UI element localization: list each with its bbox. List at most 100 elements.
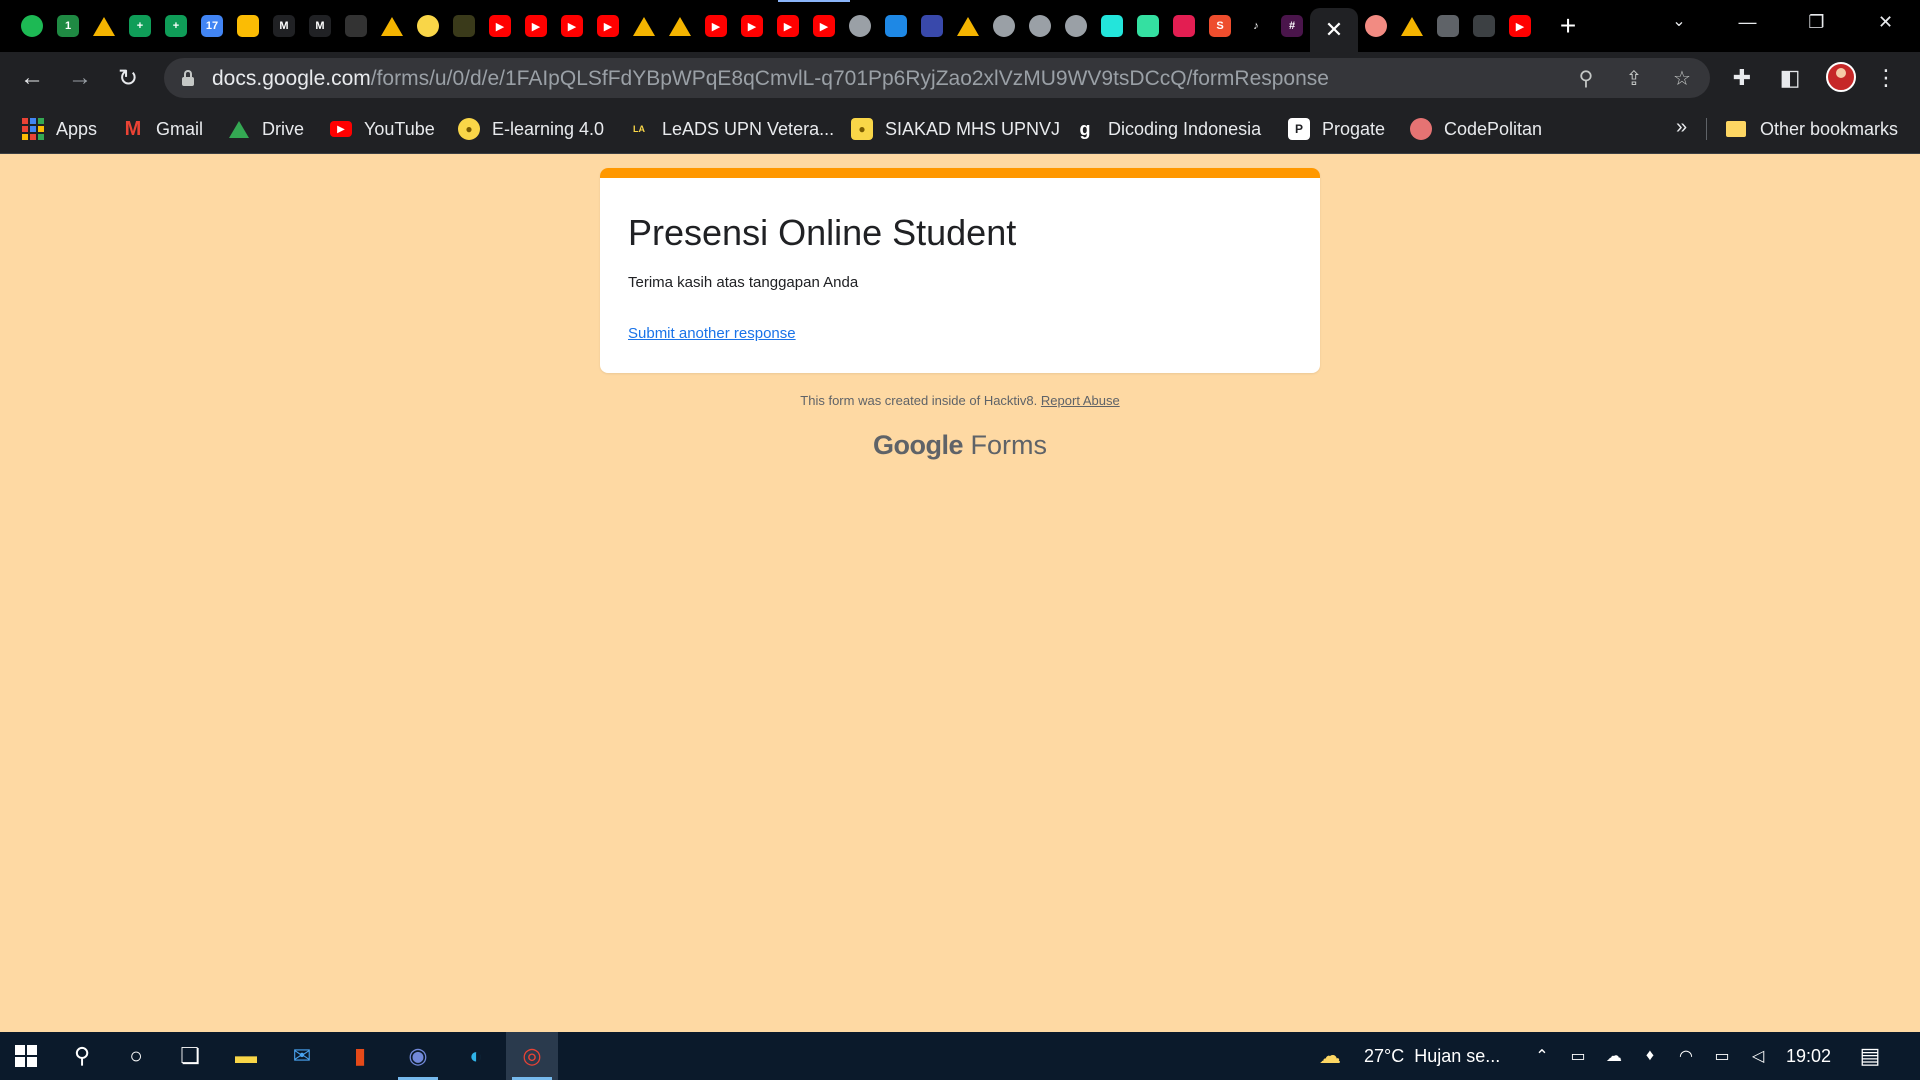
bookmark-siakad[interactable]: ● SIAKAD MHS UPNVJ — [851, 116, 1060, 142]
browser-tab[interactable] — [1022, 8, 1058, 44]
bookmark-elearning[interactable]: ● E-learning 4.0 — [458, 116, 604, 142]
extensions-puzzle-icon[interactable]: ✚ — [1728, 64, 1756, 92]
lock-icon[interactable] — [182, 70, 194, 86]
close-window-icon[interactable]: ✕ — [1851, 0, 1920, 44]
bookmarks-overflow-icon[interactable]: » — [1676, 116, 1687, 139]
reload-icon[interactable]: ↻ — [108, 58, 148, 98]
submit-another-response-link[interactable]: Submit another response — [628, 325, 796, 342]
forward-arrow-icon[interactable]: → — [60, 58, 100, 98]
minimize-icon[interactable]: — — [1713, 0, 1782, 44]
browser-tab[interactable] — [842, 8, 878, 44]
browser-tab[interactable] — [86, 8, 122, 44]
browser-tab[interactable] — [1130, 8, 1166, 44]
edge-icon[interactable]: ◐ — [450, 1032, 502, 1080]
browser-tab[interactable] — [950, 8, 986, 44]
browser-tab[interactable] — [410, 8, 446, 44]
new-tab-icon[interactable]: + — [1550, 8, 1586, 44]
kebab-menu-icon[interactable]: ⋮ — [1872, 64, 1900, 92]
bookmark-gmail[interactable]: M Gmail — [122, 116, 203, 142]
browser-tab[interactable]: # — [1274, 8, 1310, 44]
tab-search-icon[interactable]: ⌄ — [1664, 6, 1694, 36]
profile-avatar[interactable] — [1826, 62, 1856, 92]
browser-tab[interactable] — [1358, 8, 1394, 44]
address-bar[interactable]: docs.google.com/forms/u/0/d/e/1FAIpQLSfF… — [164, 58, 1710, 98]
chevron-up-icon[interactable]: ⌃ — [1530, 1044, 1554, 1068]
report-abuse-link[interactable]: Report Abuse — [1041, 393, 1120, 408]
browser-tab[interactable]: ♪ — [1238, 8, 1274, 44]
browser-tab[interactable]: + — [158, 8, 194, 44]
browser-tab[interactable]: 1 — [50, 8, 86, 44]
weather-widget[interactable]: 27°C Hujan se... — [1364, 1032, 1500, 1080]
browser-tab[interactable] — [878, 8, 914, 44]
bookmark-dicoding[interactable]: g Dicoding Indonesia — [1074, 116, 1262, 142]
battery-icon[interactable]: ▭ — [1710, 1044, 1734, 1068]
browser-tab[interactable] — [1166, 8, 1202, 44]
browser-tab[interactable] — [1094, 8, 1130, 44]
google-forms-logo[interactable]: Google Forms — [600, 430, 1320, 461]
browser-tab[interactable] — [914, 8, 950, 44]
browser-tab[interactable]: ▶ — [482, 8, 518, 44]
tab-loading-indicator — [778, 0, 850, 2]
restore-icon[interactable]: ❐ — [1782, 0, 1851, 44]
browser-tab[interactable] — [374, 8, 410, 44]
discord-icon[interactable]: ◉ — [392, 1032, 444, 1080]
meet-now-icon[interactable]: ▭ — [1566, 1044, 1590, 1068]
share-icon[interactable]: ⇪ — [1622, 66, 1646, 90]
browser-tab[interactable]: + — [122, 8, 158, 44]
browser-tab[interactable] — [626, 8, 662, 44]
url-text[interactable]: docs.google.com/forms/u/0/d/e/1FAIpQLSfF… — [212, 67, 1329, 91]
wifi-icon[interactable]: ◠ — [1674, 1044, 1698, 1068]
browser-tab[interactable] — [230, 8, 266, 44]
bookmark-star-icon[interactable]: ☆ — [1670, 66, 1694, 90]
search-icon[interactable]: ⚲ — [56, 1032, 108, 1080]
start-windows-icon[interactable] — [0, 1032, 52, 1080]
browser-tab[interactable] — [1394, 8, 1430, 44]
active-tab[interactable]: ✕ — [1310, 8, 1358, 52]
file-explorer-icon[interactable]: ▬ — [220, 1032, 272, 1080]
browser-tab[interactable] — [338, 8, 374, 44]
browser-tab[interactable] — [1466, 8, 1502, 44]
task-view-icon[interactable]: ❏ — [164, 1032, 216, 1080]
bookmark-progate[interactable]: P Progate — [1288, 116, 1385, 142]
browser-tab[interactable]: M — [266, 8, 302, 44]
bookmark-codepolitan[interactable]: CodePolitan — [1410, 116, 1542, 142]
bookmark-youtube[interactable]: ▶ YouTube — [330, 116, 435, 142]
zoom-icon[interactable]: ⚲ — [1574, 66, 1598, 90]
microphone-icon[interactable]: ♦ — [1638, 1044, 1662, 1068]
browser-tab[interactable]: S — [1202, 8, 1238, 44]
office-icon[interactable]: ▮ — [334, 1032, 386, 1080]
onedrive-error-icon[interactable]: ☁ — [1602, 1044, 1626, 1068]
browser-tab[interactable] — [986, 8, 1022, 44]
browser-tab[interactable]: 17 — [194, 8, 230, 44]
browser-tab[interactable]: ▶ — [806, 8, 842, 44]
browser-tab[interactable]: M — [302, 8, 338, 44]
close-tab-icon[interactable]: ✕ — [1325, 17, 1343, 43]
other-bookmarks-label: Other bookmarks — [1760, 118, 1899, 139]
volume-icon[interactable]: ◁ — [1746, 1044, 1770, 1068]
browser-tab[interactable] — [14, 8, 50, 44]
browser-tab[interactable]: ▶ — [590, 8, 626, 44]
browser-tab[interactable] — [1430, 8, 1466, 44]
weather-cloud-icon[interactable]: ☁ — [1318, 1043, 1342, 1068]
browser-tab[interactable]: ▶ — [518, 8, 554, 44]
bookmark-leads[interactable]: LA LeADS UPN Vetera... — [628, 116, 834, 142]
browser-tab[interactable] — [662, 8, 698, 44]
one-icon: 1 — [57, 15, 79, 37]
back-arrow-icon[interactable]: ← — [12, 58, 52, 98]
browser-tab[interactable] — [1058, 8, 1094, 44]
cortana-icon[interactable]: ○ — [110, 1032, 162, 1080]
side-panel-icon[interactable]: ◧ — [1776, 64, 1804, 92]
bookmark-drive[interactable]: Drive — [228, 116, 304, 142]
browser-tab[interactable] — [446, 8, 482, 44]
other-bookmarks[interactable]: Other bookmarks — [1726, 116, 1898, 142]
browser-tab[interactable]: ▶ — [698, 8, 734, 44]
bookmark-apps[interactable]: Apps — [22, 116, 97, 142]
browser-tab[interactable]: ▶ — [734, 8, 770, 44]
browser-tab[interactable]: ▶ — [1502, 8, 1538, 44]
clock[interactable]: 19:02 — [1786, 1032, 1831, 1080]
browser-tab[interactable]: ▶ — [554, 8, 590, 44]
notification-center-icon[interactable]: ▤ — [1854, 1040, 1886, 1072]
mail-icon[interactable]: ✉ — [276, 1032, 328, 1080]
chrome-icon[interactable]: ◎ — [506, 1032, 558, 1080]
browser-tab[interactable]: ▶ — [770, 8, 806, 44]
